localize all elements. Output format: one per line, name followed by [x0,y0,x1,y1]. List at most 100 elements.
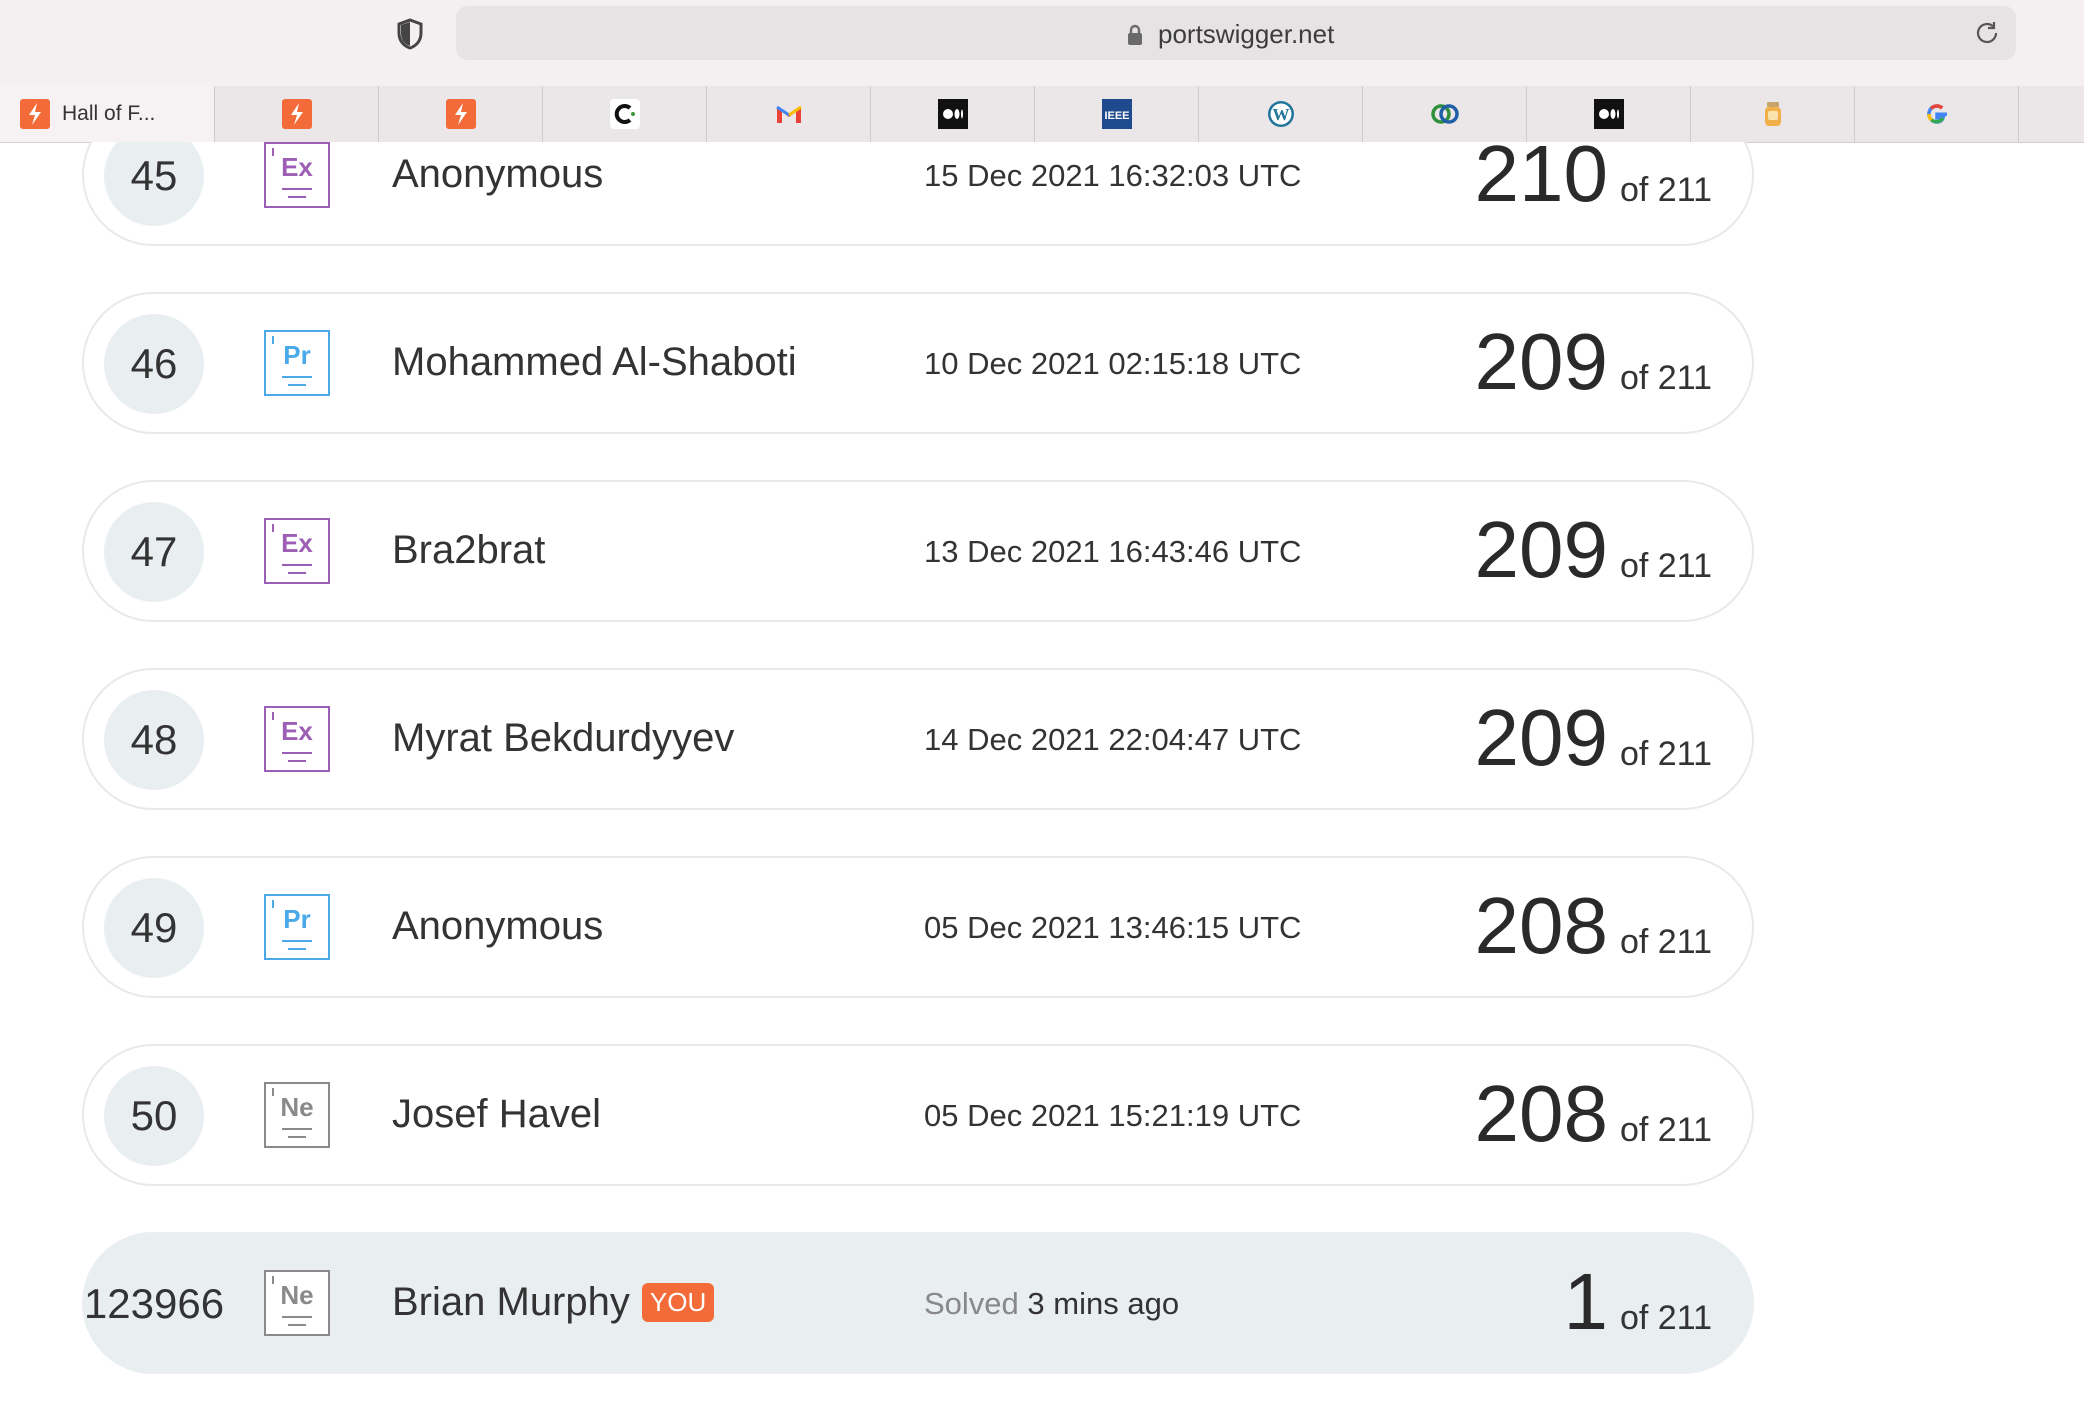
badge-line [282,1316,312,1318]
rank-circle: 46 [104,314,204,414]
tab-portswigger-2[interactable] [378,86,542,142]
labs-solved: 209 of 211 [1475,500,1713,600]
tab-hall-of-fame[interactable]: Hall of F... [0,86,214,142]
leaderboard-row[interactable]: 49 Pr Anonymous 05 Dec 2021 13:46:15 UTC 208… [82,856,1754,998]
badge-symbol: Ne [280,1092,314,1122]
badge-symbol: Ex [281,716,313,746]
solved-total: of 211 [1619,1299,1712,1337]
rank-circle: 45 [104,142,204,226]
solved-count: 210 [1474,142,1608,218]
lock-icon [1128,24,1142,45]
leaderboard-row[interactable]: 47 Ex Bra2brat 13 Dec 2021 16:43:46 UTC 209 o… [82,480,1754,622]
portswigger-icon [20,99,50,129]
completion-date: 10 Dec 2021 02:15:18 UTC [924,346,1302,381]
tab-c[interactable] [542,86,706,142]
tab-medium-2[interactable] [1526,86,1690,142]
labs-solved: 208 of 211 [1475,876,1713,976]
level-badge-icon: Ne [264,1082,330,1148]
rank-number: 123966 [83,1280,225,1327]
solved-label: Solved [924,1286,1019,1321]
leaderboard-row[interactable]: 45 Ex Anonymous 15 Dec 2021 16:32:03 UTC 210… [82,142,1754,246]
leaderboard-row[interactable]: 50 Ne Josef Havel 05 Dec 2021 15:21:19 UTC 2… [82,1044,1754,1186]
solved-count: 208 [1474,1069,1608,1158]
tab-ieee[interactable]: IEEE [1034,86,1198,142]
badge-symbol: Ne [280,1280,314,1310]
badge-line [282,1128,312,1130]
badge-line [288,1324,306,1326]
ieee-icon: IEEE [1101,99,1132,129]
tab-google[interactable] [1854,86,2018,142]
solved-total: of 211 [1619,1111,1712,1149]
solved-count: 208 [1474,881,1608,970]
rings-icon [1430,99,1460,129]
badge-line [288,384,306,386]
tab-rings[interactable] [1362,86,1526,142]
svg-text:IEEE: IEEE [1104,110,1129,122]
badge-line [282,752,312,754]
tab-portswigger-1[interactable] [214,86,378,142]
user-name[interactable]: Myrat Bekdurdyyev [392,716,734,761]
solved-count: 209 [1474,505,1608,594]
gmail-icon [774,99,804,129]
medium-icon [1593,99,1624,129]
completion-date: 14 Dec 2021 22:04:47 UTC [924,722,1302,757]
labs-solved: 209 of 211 [1475,312,1713,412]
jar-icon [1758,99,1788,129]
rank-circle: 47 [104,502,204,602]
portswigger-icon [445,99,476,129]
address-bar[interactable]: portswigger.net [456,6,2016,60]
user-name[interactable]: Anonymous [392,152,603,197]
medium-icon [937,99,968,129]
tab-gmail[interactable] [706,86,870,142]
user-name[interactable]: Anonymous [392,904,603,949]
rank-circle: 50 [104,1066,204,1166]
completion-date: 15 Dec 2021 16:32:03 UTC [924,158,1302,193]
leaderboard-row[interactable]: 48 Ex Myrat Bekdurdyyev 14 Dec 2021 22:04:4… [82,668,1754,810]
tab-medium-1[interactable] [870,86,1034,142]
badge-symbol: Ex [281,528,313,558]
reload-icon[interactable] [1972,18,2002,48]
portswigger-icon [281,99,312,129]
completion-date: 05 Dec 2021 15:21:19 UTC [924,1098,1302,1133]
solved-count: 1 [1563,1257,1608,1346]
badge-line [288,948,306,950]
badge-line [282,376,312,378]
solved-total: of 211 [1619,547,1712,585]
badge-line [288,760,306,762]
user-name[interactable]: Brian Murphy YOU [392,1280,715,1325]
hall-of-fame-leaderboard: 45 Ex Anonymous 15 Dec 2021 16:32:03 UTC 210… [0,142,2084,1406]
user-name[interactable]: Mohammed Al-Shaboti [392,340,797,385]
current-user-row[interactable]: 123966 Ne Brian Murphy YOU Solved 3 mins ago… [82,1232,1754,1374]
tab-jar[interactable] [1690,86,1854,142]
tab-title: Hall of F... [62,102,156,125]
labs-solved: 208 of 211 [1475,1064,1713,1164]
level-badge-icon: Ex [264,706,330,772]
url-text: portswigger.net [1158,19,1335,49]
rank-circle: 48 [104,690,204,790]
solved-total: of 211 [1619,735,1712,773]
completion-date: 13 Dec 2021 16:43:46 UTC [924,534,1302,569]
labs-solved: 209 of 211 [1475,688,1713,788]
badge-line [288,572,306,574]
leaderboard-row[interactable]: 46 Pr Mohammed Al-Shaboti 10 Dec 2021 02:15… [82,292,1754,434]
badge-line [282,188,312,190]
level-badge-icon: Ne [264,1270,330,1336]
google-icon [1922,99,1952,129]
solved-ago: 3 mins ago [1027,1286,1180,1321]
badge-symbol: Pr [283,904,311,934]
badge-symbol: Pr [283,340,311,370]
labs-solved: 210 of 211 [1475,142,1713,224]
user-name[interactable]: Bra2brat [392,528,545,573]
browser-toolbar: portswigger.net [0,0,2084,86]
user-name[interactable]: Josef Havel [392,1092,601,1137]
solved-total: of 211 [1619,171,1712,209]
solved-total: of 211 [1619,923,1712,961]
level-badge-icon: Pr [264,894,330,960]
tab-wordpress[interactable]: W [1198,86,1362,142]
solved-count: 209 [1474,693,1608,782]
completion-date: 05 Dec 2021 13:46:15 UTC [924,910,1302,945]
privacy-shield-icon[interactable] [396,18,424,50]
tab-overflow[interactable] [2018,86,2084,142]
solved-status: Solved 3 mins ago [924,1286,1179,1322]
rank-circle: 49 [104,878,204,978]
